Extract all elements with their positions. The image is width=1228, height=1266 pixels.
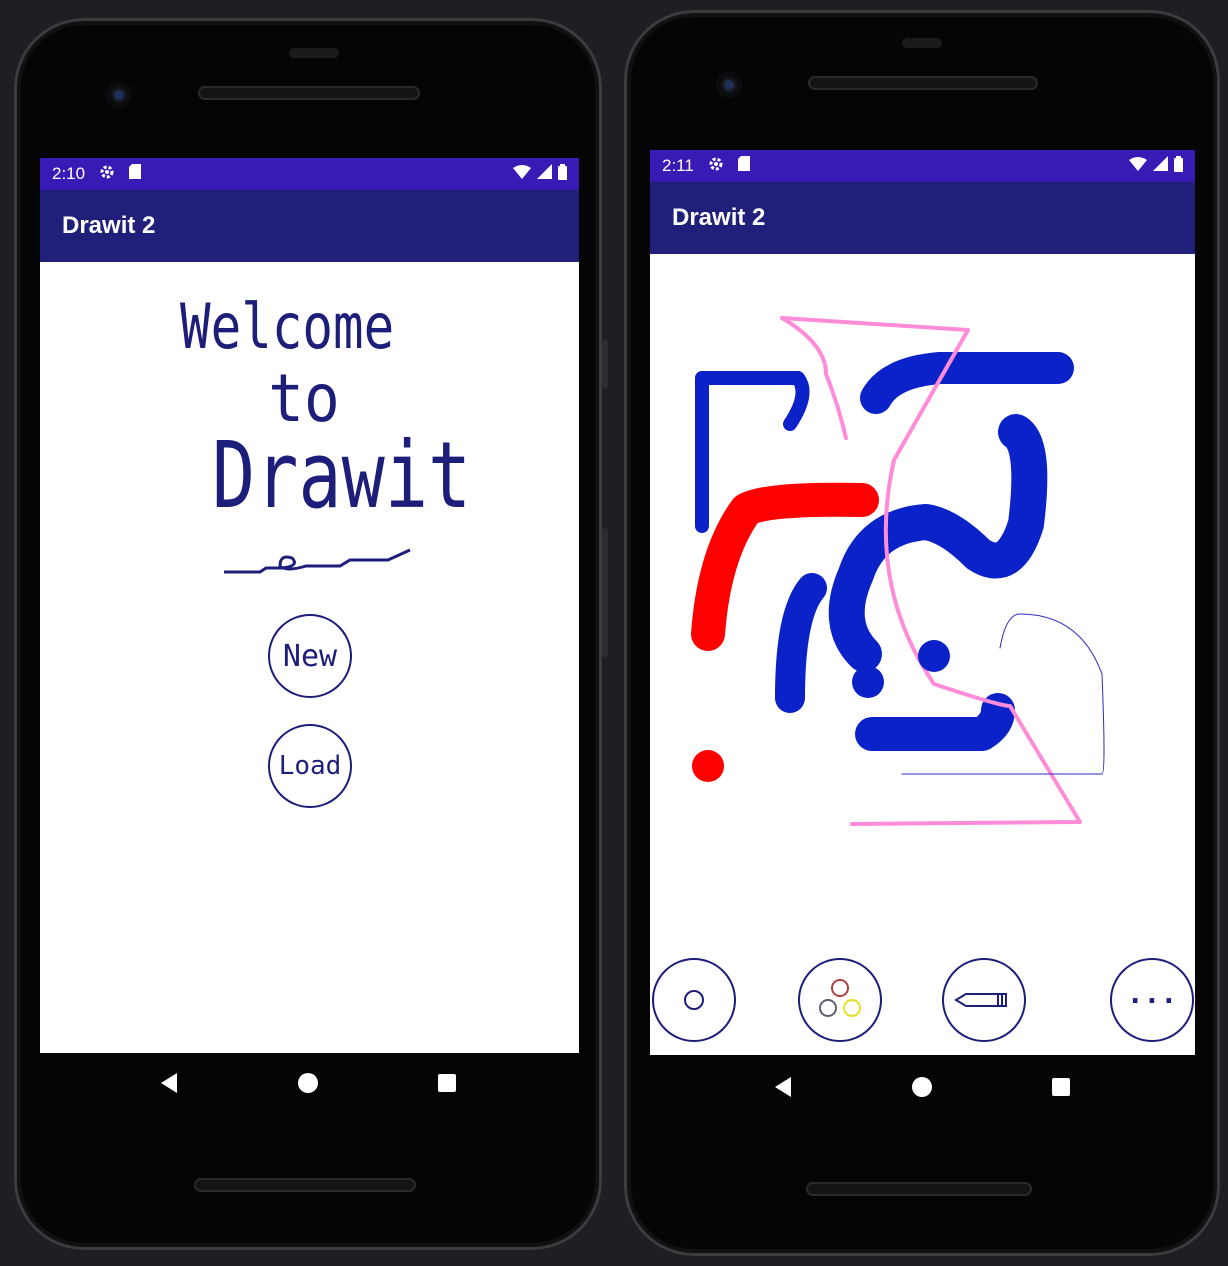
volume-button: [602, 528, 608, 658]
color-picker-button[interactable]: [798, 958, 882, 1042]
battery-icon: [558, 163, 567, 185]
battery-icon: [1174, 155, 1183, 177]
signal-icon: [1153, 156, 1168, 176]
back-icon[interactable]: [773, 1076, 793, 1098]
app-bar: Drawit 2: [40, 190, 579, 262]
drawing-canvas[interactable]: [650, 254, 1195, 954]
earpiece: [289, 48, 339, 58]
more-icon: ···: [1126, 983, 1178, 1017]
palette-icon: [819, 979, 861, 1017]
nav-bar: [624, 1076, 1220, 1098]
front-camera: [716, 72, 742, 98]
load-button[interactable]: Load: [268, 724, 352, 808]
earpiece: [902, 38, 942, 48]
welcome-text: Welcome: [180, 290, 395, 363]
status-bar: 2:11: [650, 150, 1195, 182]
status-time: 2:11: [662, 156, 694, 175]
power-button: [602, 340, 608, 388]
wifi-icon: [1129, 156, 1147, 176]
pen-squiggle-icon: [224, 548, 411, 574]
pencil-tool-button[interactable]: [942, 958, 1026, 1042]
wifi-icon: [513, 164, 531, 184]
recents-icon[interactable]: [437, 1073, 457, 1093]
app-title: Drawit 2: [62, 212, 156, 239]
home-icon[interactable]: [911, 1076, 933, 1098]
new-button[interactable]: New: [268, 614, 352, 698]
top-speaker: [808, 76, 1038, 90]
recents-icon[interactable]: [1051, 1077, 1071, 1097]
top-speaker: [198, 86, 420, 100]
signal-icon: [537, 164, 552, 184]
screen: 2:11 Drawit 2 ···: [650, 150, 1195, 1055]
bottom-speaker: [806, 1182, 1032, 1196]
drawit-text: Drawit: [212, 422, 472, 529]
home-icon[interactable]: [297, 1072, 319, 1094]
front-camera: [106, 82, 132, 108]
welcome-content: Welcome to Drawit New Load: [40, 262, 579, 1053]
pencil-icon: [954, 993, 1007, 1007]
status-time: 2:10: [52, 164, 86, 183]
sd-card-icon: [129, 164, 142, 184]
sd-card-icon: [737, 156, 750, 176]
settings-icon: [99, 164, 115, 185]
left-phone: 2:10 Drawit 2 Welcome to Drawit New Load: [14, 18, 608, 1250]
bottom-speaker: [194, 1178, 416, 1192]
screen: 2:10 Drawit 2 Welcome to Drawit New Load: [40, 158, 579, 1053]
app-title: Drawit 2: [672, 204, 766, 231]
status-bar: 2:10: [40, 158, 579, 190]
settings-icon: [708, 156, 724, 177]
nav-bar: [14, 1072, 602, 1094]
more-options-button[interactable]: ···: [1110, 958, 1194, 1042]
brush-size-icon: [684, 990, 704, 1010]
right-phone: 2:11 Drawit 2 ···: [624, 10, 1220, 1256]
app-bar: Drawit 2: [650, 182, 1195, 254]
back-icon[interactable]: [159, 1072, 179, 1094]
brush-size-button[interactable]: [652, 958, 736, 1042]
